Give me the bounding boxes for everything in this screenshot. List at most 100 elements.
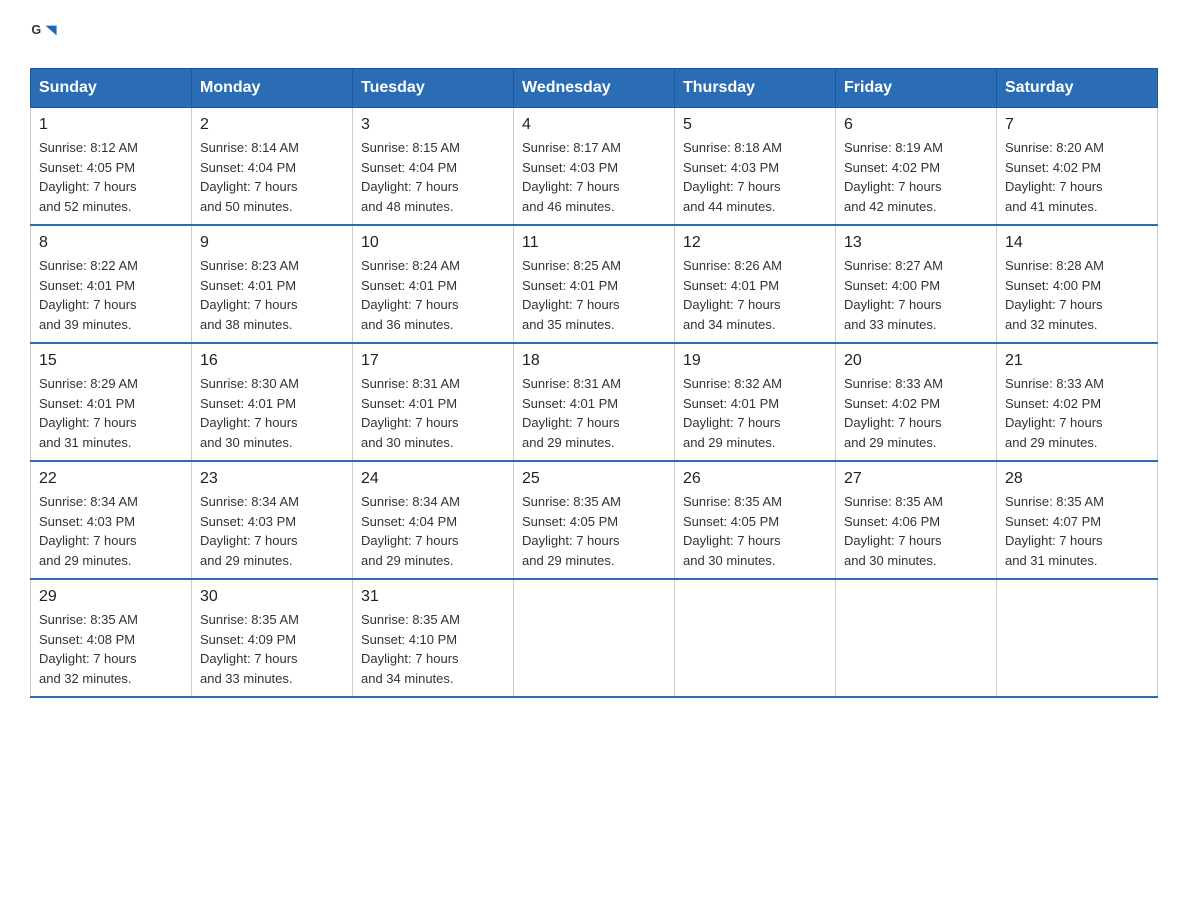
logo: G bbox=[30, 20, 62, 48]
header-cell-friday: Friday bbox=[836, 69, 997, 108]
day-number: 5 bbox=[683, 116, 827, 134]
calendar-week-5: 29 Sunrise: 8:35 AMSunset: 4:08 PMDayligh… bbox=[31, 579, 1158, 697]
day-number: 19 bbox=[683, 352, 827, 370]
day-info: Sunrise: 8:25 AMSunset: 4:01 PMDaylight:… bbox=[522, 256, 666, 334]
calendar-cell: 19 Sunrise: 8:32 AMSunset: 4:01 PMDayligh… bbox=[675, 343, 836, 461]
calendar-cell: 22 Sunrise: 8:34 AMSunset: 4:03 PMDayligh… bbox=[31, 461, 192, 579]
calendar-cell bbox=[836, 579, 997, 697]
calendar-cell: 27Sunrise: 8:35 AMSunset: 4:06 PMDayligh… bbox=[836, 461, 997, 579]
day-info: Sunrise: 8:15 AMSunset: 4:04 PMDaylight:… bbox=[361, 138, 505, 216]
calendar-cell: 15 Sunrise: 8:29 AMSunset: 4:01 PMDayligh… bbox=[31, 343, 192, 461]
calendar-week-3: 15 Sunrise: 8:29 AMSunset: 4:01 PMDayligh… bbox=[31, 343, 1158, 461]
day-info: Sunrise: 8:17 AMSunset: 4:03 PMDaylight:… bbox=[522, 138, 666, 216]
header-row: SundayMondayTuesdayWednesdayThursdayFrid… bbox=[31, 69, 1158, 108]
svg-text:G: G bbox=[31, 23, 41, 37]
day-info: Sunrise: 8:24 AMSunset: 4:01 PMDaylight:… bbox=[361, 256, 505, 334]
calendar-cell: 5 Sunrise: 8:18 AMSunset: 4:03 PMDaylight… bbox=[675, 108, 836, 226]
day-info: Sunrise: 8:31 AMSunset: 4:01 PMDaylight:… bbox=[522, 374, 666, 452]
day-number: 21 bbox=[1005, 352, 1149, 370]
calendar-cell: 20 Sunrise: 8:33 AMSunset: 4:02 PMDayligh… bbox=[836, 343, 997, 461]
calendar-body: 1 Sunrise: 8:12 AMSunset: 4:05 PMDaylight… bbox=[31, 108, 1158, 698]
day-info: Sunrise: 8:35 AMSunset: 4:07 PMDaylight:… bbox=[1005, 492, 1149, 570]
day-number: 24 bbox=[361, 470, 505, 488]
day-info: Sunrise: 8:32 AMSunset: 4:01 PMDaylight:… bbox=[683, 374, 827, 452]
calendar-week-4: 22 Sunrise: 8:34 AMSunset: 4:03 PMDayligh… bbox=[31, 461, 1158, 579]
day-info: Sunrise: 8:33 AMSunset: 4:02 PMDaylight:… bbox=[1005, 374, 1149, 452]
calendar-table: SundayMondayTuesdayWednesdayThursdayFrid… bbox=[30, 68, 1158, 698]
day-number: 15 bbox=[39, 352, 183, 370]
calendar-cell: 12 Sunrise: 8:26 AMSunset: 4:01 PMDayligh… bbox=[675, 225, 836, 343]
day-number: 13 bbox=[844, 234, 988, 252]
day-number: 23 bbox=[200, 470, 344, 488]
day-number: 22 bbox=[39, 470, 183, 488]
day-number: 3 bbox=[361, 116, 505, 134]
calendar-cell: 7Sunrise: 8:20 AMSunset: 4:02 PMDaylight… bbox=[997, 108, 1158, 226]
calendar-cell: 14 Sunrise: 8:28 AMSunset: 4:00 PMDayligh… bbox=[997, 225, 1158, 343]
calendar-header: SundayMondayTuesdayWednesdayThursdayFrid… bbox=[31, 69, 1158, 108]
calendar-cell: 28 Sunrise: 8:35 AMSunset: 4:07 PMDayligh… bbox=[997, 461, 1158, 579]
day-number: 14 bbox=[1005, 234, 1149, 252]
day-info: Sunrise: 8:29 AMSunset: 4:01 PMDaylight:… bbox=[39, 374, 183, 452]
day-number: 10 bbox=[361, 234, 505, 252]
day-number: 20 bbox=[844, 352, 988, 370]
calendar-cell: 31 Sunrise: 8:35 AMSunset: 4:10 PMDayligh… bbox=[353, 579, 514, 697]
calendar-cell: 23Sunrise: 8:34 AMSunset: 4:03 PMDayligh… bbox=[192, 461, 353, 579]
header-cell-monday: Monday bbox=[192, 69, 353, 108]
day-number: 25 bbox=[522, 470, 666, 488]
day-number: 12 bbox=[683, 234, 827, 252]
day-number: 1 bbox=[39, 116, 183, 134]
calendar-cell: 4 Sunrise: 8:17 AMSunset: 4:03 PMDaylight… bbox=[514, 108, 675, 226]
day-info: Sunrise: 8:20 AMSunset: 4:02 PMDaylight:… bbox=[1005, 138, 1149, 216]
day-number: 11 bbox=[522, 234, 666, 252]
day-info: Sunrise: 8:18 AMSunset: 4:03 PMDaylight:… bbox=[683, 138, 827, 216]
logo-icon: G bbox=[30, 20, 58, 48]
calendar-cell: 16Sunrise: 8:30 AMSunset: 4:01 PMDayligh… bbox=[192, 343, 353, 461]
calendar-cell: 25 Sunrise: 8:35 AMSunset: 4:05 PMDayligh… bbox=[514, 461, 675, 579]
calendar-cell bbox=[997, 579, 1158, 697]
day-number: 17 bbox=[361, 352, 505, 370]
day-info: Sunrise: 8:12 AMSunset: 4:05 PMDaylight:… bbox=[39, 138, 183, 216]
calendar-cell bbox=[514, 579, 675, 697]
header-cell-saturday: Saturday bbox=[997, 69, 1158, 108]
day-info: Sunrise: 8:23 AMSunset: 4:01 PMDaylight:… bbox=[200, 256, 344, 334]
calendar-cell: 18 Sunrise: 8:31 AMSunset: 4:01 PMDayligh… bbox=[514, 343, 675, 461]
day-number: 31 bbox=[361, 588, 505, 606]
day-number: 26 bbox=[683, 470, 827, 488]
day-info: Sunrise: 8:28 AMSunset: 4:00 PMDaylight:… bbox=[1005, 256, 1149, 334]
day-info: Sunrise: 8:35 AMSunset: 4:05 PMDaylight:… bbox=[522, 492, 666, 570]
header-cell-wednesday: Wednesday bbox=[514, 69, 675, 108]
calendar-cell: 10 Sunrise: 8:24 AMSunset: 4:01 PMDayligh… bbox=[353, 225, 514, 343]
day-info: Sunrise: 8:34 AMSunset: 4:04 PMDaylight:… bbox=[361, 492, 505, 570]
day-number: 2 bbox=[200, 116, 344, 134]
day-number: 16 bbox=[200, 352, 344, 370]
calendar-cell: 24 Sunrise: 8:34 AMSunset: 4:04 PMDayligh… bbox=[353, 461, 514, 579]
day-info: Sunrise: 8:35 AMSunset: 4:10 PMDaylight:… bbox=[361, 610, 505, 688]
day-number: 18 bbox=[522, 352, 666, 370]
page-header: G bbox=[30, 20, 1158, 48]
calendar-cell bbox=[675, 579, 836, 697]
calendar-cell: 6Sunrise: 8:19 AMSunset: 4:02 PMDaylight… bbox=[836, 108, 997, 226]
calendar-cell: 11 Sunrise: 8:25 AMSunset: 4:01 PMDayligh… bbox=[514, 225, 675, 343]
day-number: 9 bbox=[200, 234, 344, 252]
day-info: Sunrise: 8:14 AMSunset: 4:04 PMDaylight:… bbox=[200, 138, 344, 216]
calendar-cell: 29 Sunrise: 8:35 AMSunset: 4:08 PMDayligh… bbox=[31, 579, 192, 697]
day-number: 28 bbox=[1005, 470, 1149, 488]
day-info: Sunrise: 8:34 AMSunset: 4:03 PMDaylight:… bbox=[39, 492, 183, 570]
day-info: Sunrise: 8:31 AMSunset: 4:01 PMDaylight:… bbox=[361, 374, 505, 452]
calendar-cell: 1 Sunrise: 8:12 AMSunset: 4:05 PMDaylight… bbox=[31, 108, 192, 226]
day-info: Sunrise: 8:35 AMSunset: 4:09 PMDaylight:… bbox=[200, 610, 344, 688]
calendar-cell: 8Sunrise: 8:22 AMSunset: 4:01 PMDaylight… bbox=[31, 225, 192, 343]
day-number: 8 bbox=[39, 234, 183, 252]
calendar-cell: 9 Sunrise: 8:23 AMSunset: 4:01 PMDaylight… bbox=[192, 225, 353, 343]
day-info: Sunrise: 8:33 AMSunset: 4:02 PMDaylight:… bbox=[844, 374, 988, 452]
day-info: Sunrise: 8:26 AMSunset: 4:01 PMDaylight:… bbox=[683, 256, 827, 334]
header-cell-sunday: Sunday bbox=[31, 69, 192, 108]
calendar-cell: 13Sunrise: 8:27 AMSunset: 4:00 PMDayligh… bbox=[836, 225, 997, 343]
day-info: Sunrise: 8:35 AMSunset: 4:05 PMDaylight:… bbox=[683, 492, 827, 570]
day-number: 4 bbox=[522, 116, 666, 134]
header-cell-thursday: Thursday bbox=[675, 69, 836, 108]
day-number: 29 bbox=[39, 588, 183, 606]
day-info: Sunrise: 8:35 AMSunset: 4:06 PMDaylight:… bbox=[844, 492, 988, 570]
day-info: Sunrise: 8:35 AMSunset: 4:08 PMDaylight:… bbox=[39, 610, 183, 688]
day-number: 6 bbox=[844, 116, 988, 134]
